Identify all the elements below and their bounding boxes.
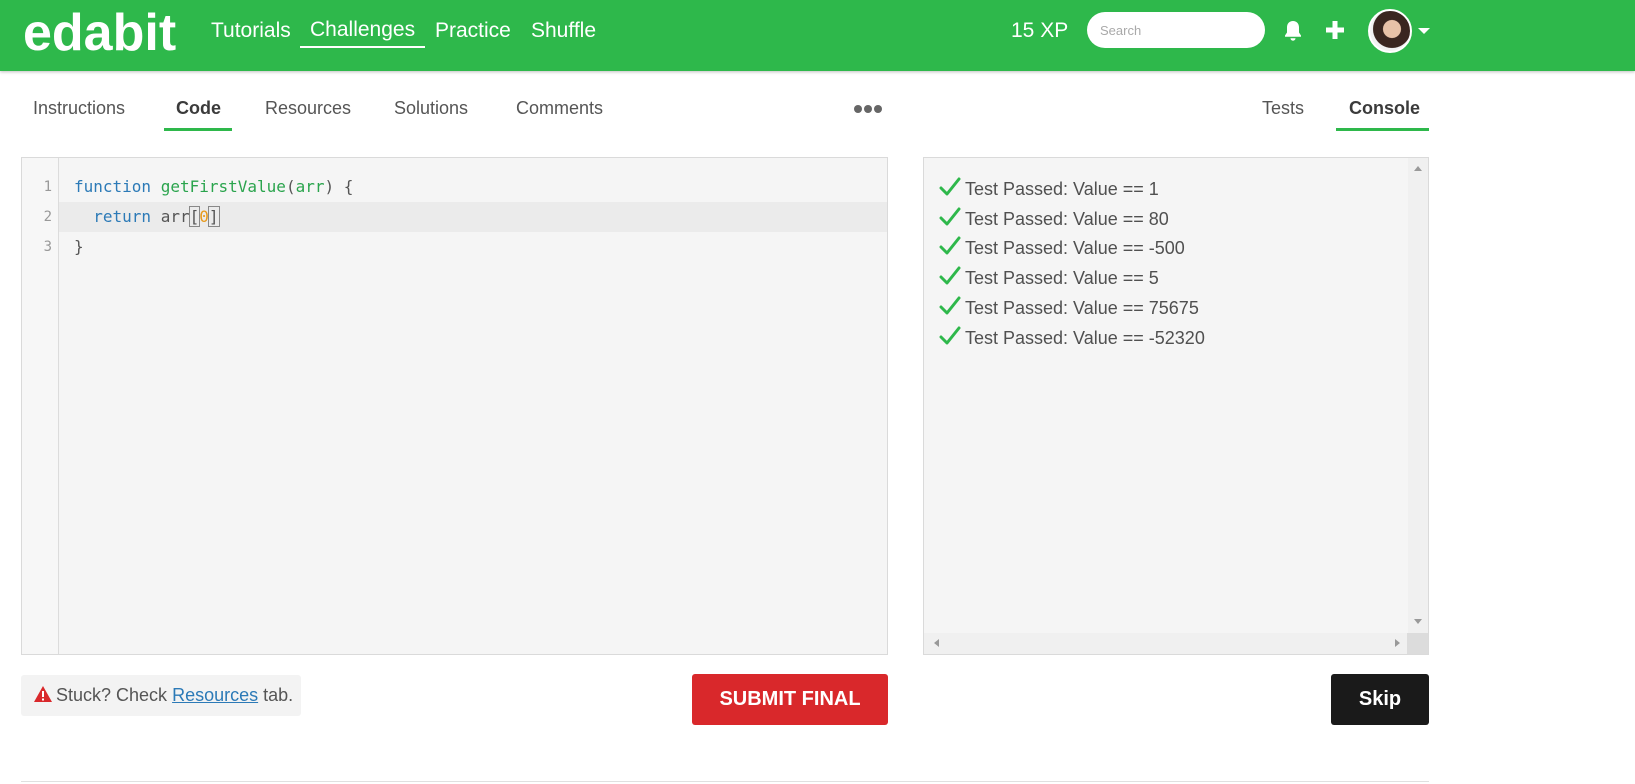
stuck-hint: Stuck? Check Resources tab.: [21, 675, 301, 716]
horizontal-scrollbar[interactable]: [924, 633, 1409, 654]
check-icon: [939, 326, 961, 345]
tab-code-underline: [164, 128, 232, 131]
stuck-suffix: tab.: [263, 685, 294, 705]
nav-challenges[interactable]: Challenges: [300, 17, 426, 48]
code-paren: ) {: [324, 177, 354, 196]
test-result: Test Passed: Value == -52320: [939, 323, 1205, 353]
code-line-active[interactable]: return arr[0]: [59, 202, 887, 232]
code-identifier: arr: [160, 207, 190, 226]
tab-comments[interactable]: Comments: [516, 97, 603, 119]
vertical-scrollbar[interactable]: [1408, 158, 1428, 633]
test-result-text: Test Passed: Value == -500: [965, 238, 1185, 258]
top-navbar: edabit Tutorials Challenges Practice Shu…: [0, 0, 1635, 71]
code-bracket: [: [188, 206, 201, 227]
tab-instructions[interactable]: Instructions: [33, 97, 125, 119]
tab-resources[interactable]: Resources: [265, 97, 351, 119]
console-panel: Test Passed: Value == 1 Test Passed: Val…: [923, 157, 1429, 655]
test-result: Test Passed: Value == 80: [939, 204, 1169, 234]
bell-icon[interactable]: [1283, 20, 1303, 42]
scroll-up-icon[interactable]: [1414, 166, 1422, 171]
nav-tutorials[interactable]: Tutorials: [211, 18, 291, 44]
test-result: Test Passed: Value == 75675: [939, 293, 1199, 323]
code-brace: }: [74, 237, 84, 256]
test-result: Test Passed: Value == -500: [939, 233, 1185, 263]
test-result-text: Test Passed: Value == 5: [965, 268, 1159, 288]
submit-final-button[interactable]: SUBMIT FINAL: [692, 674, 888, 725]
test-result-text: Test Passed: Value == 1: [965, 179, 1159, 199]
tab-console[interactable]: Console: [1349, 97, 1420, 119]
check-icon: [939, 207, 961, 226]
code-bracket: ]: [207, 206, 220, 227]
more-options-icon[interactable]: [853, 103, 883, 115]
code-keyword: return: [93, 207, 152, 226]
test-result: Test Passed: Value == 5: [939, 263, 1159, 293]
nav-practice[interactable]: Practice: [435, 18, 511, 44]
warning-icon: [34, 686, 52, 702]
line-number: 1: [43, 179, 52, 195]
scroll-left-icon[interactable]: [934, 639, 939, 647]
check-icon: [939, 236, 961, 255]
xp-counter: 15 XP: [1011, 19, 1069, 42]
code-number: 0: [199, 207, 209, 226]
logo[interactable]: edabit: [23, 4, 176, 62]
resources-link[interactable]: Resources: [172, 685, 258, 705]
test-result-text: Test Passed: Value == 80: [965, 209, 1169, 229]
tab-solutions[interactable]: Solutions: [394, 97, 468, 119]
scroll-right-icon[interactable]: [1395, 639, 1400, 647]
test-result-text: Test Passed: Value == 75675: [965, 298, 1199, 318]
tab-code[interactable]: Code: [176, 97, 221, 119]
check-icon: [939, 266, 961, 285]
tab-console-underline: [1336, 128, 1429, 131]
scroll-down-icon[interactable]: [1414, 619, 1422, 624]
nav-shuffle[interactable]: Shuffle: [531, 18, 596, 44]
scroll-corner: [1407, 633, 1428, 654]
stuck-prefix: Stuck? Check: [56, 685, 168, 705]
tab-tests[interactable]: Tests: [1262, 97, 1304, 119]
test-result-text: Test Passed: Value == -52320: [965, 328, 1205, 348]
check-icon: [939, 296, 961, 315]
line-number: 2: [43, 209, 52, 225]
code-editor[interactable]: 1 2 3 function getFirstValue(arr) { retu…: [21, 157, 888, 655]
plus-icon[interactable]: [1325, 20, 1345, 40]
chevron-down-icon[interactable]: [1418, 28, 1430, 34]
code-line[interactable]: }: [59, 232, 887, 262]
line-number: 3: [43, 239, 52, 255]
skip-button[interactable]: Skip: [1331, 674, 1429, 725]
check-icon: [939, 177, 961, 196]
code-keyword: function: [74, 177, 152, 196]
code-function-name: getFirstValue: [160, 177, 286, 196]
line-gutter: 1 2 3: [22, 158, 59, 654]
code-param: arr: [295, 177, 325, 196]
divider: [21, 781, 1429, 782]
test-result: Test Passed: Value == 1: [939, 174, 1159, 204]
avatar[interactable]: [1368, 9, 1412, 53]
search-input[interactable]: [1087, 12, 1265, 48]
code-paren: (: [285, 177, 296, 196]
code-line[interactable]: function getFirstValue(arr) {: [59, 172, 887, 202]
